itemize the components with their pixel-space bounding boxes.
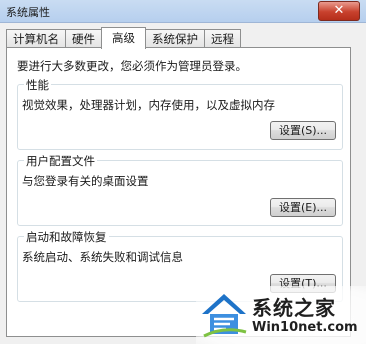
- title-bar[interactable]: 系统属性 ✕: [0, 0, 366, 23]
- performance-group: 性能 视觉效果，处理器计划，内存使用，以及虚拟内存 设置(S)...: [17, 77, 343, 150]
- user-profiles-group-title: 用户配置文件: [24, 153, 97, 169]
- tab-hardware[interactable]: 硬件: [65, 29, 102, 48]
- user-profiles-settings-button[interactable]: 设置(E)...: [270, 198, 336, 217]
- performance-settings-button[interactable]: 设置(S)...: [270, 121, 336, 140]
- tab-remote[interactable]: 远程: [204, 29, 241, 48]
- startup-recovery-description: 系统启动、系统失败和调试信息: [22, 250, 183, 264]
- window-title: 系统属性: [6, 6, 50, 19]
- watermark-site: Win10net.com: [252, 320, 358, 335]
- close-icon: ✕: [333, 3, 345, 18]
- admin-notice: 要进行大多数更改，您必须作为管理员登录。: [17, 59, 247, 73]
- startup-recovery-group-title: 启动和故障恢复: [24, 229, 109, 245]
- system-properties-window: 系统属性 ✕ 计算机名 硬件 高级 系统保护 远程 要进行大多数更改，您必须作为…: [0, 0, 366, 344]
- tab-computer-name[interactable]: 计算机名: [6, 29, 66, 48]
- performance-description: 视觉效果，处理器计划，内存使用，以及虚拟内存: [22, 98, 275, 112]
- tab-system-protection[interactable]: 系统保护: [145, 29, 205, 48]
- performance-group-title: 性能: [24, 77, 51, 93]
- tab-advanced[interactable]: 高级: [101, 27, 146, 49]
- close-button[interactable]: ✕: [318, 1, 360, 21]
- tab-strip: 计算机名 硬件 高级 系统保护 远程: [6, 26, 241, 49]
- site-watermark: 系统之家 Win10net.com: [196, 286, 366, 344]
- user-profiles-description: 与您登录有关的桌面设置: [22, 174, 149, 188]
- user-profiles-group: 用户配置文件 与您登录有关的桌面设置 设置(E)...: [17, 153, 343, 226]
- watermark-brand: 系统之家: [252, 296, 336, 320]
- house-logo-icon: [202, 294, 247, 338]
